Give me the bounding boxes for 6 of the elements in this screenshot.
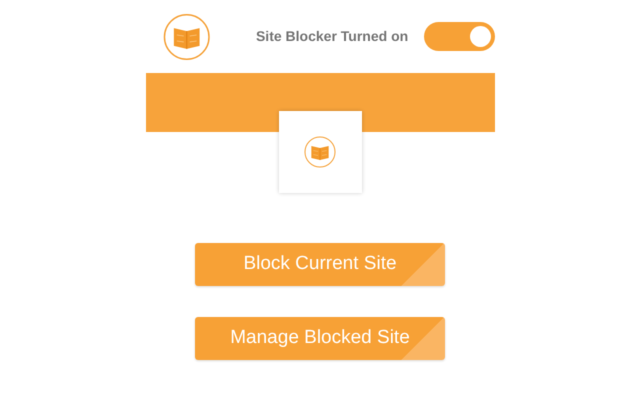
book-logo-icon [162,12,210,60]
action-button[interactable]: Block Current Site [195,243,445,286]
book-icon [304,136,336,168]
status-text: Site Blocker Turned on [256,27,408,46]
toggle-switch[interactable] [424,22,494,51]
action-button[interactable]: Manage Blocked Site [195,317,445,360]
